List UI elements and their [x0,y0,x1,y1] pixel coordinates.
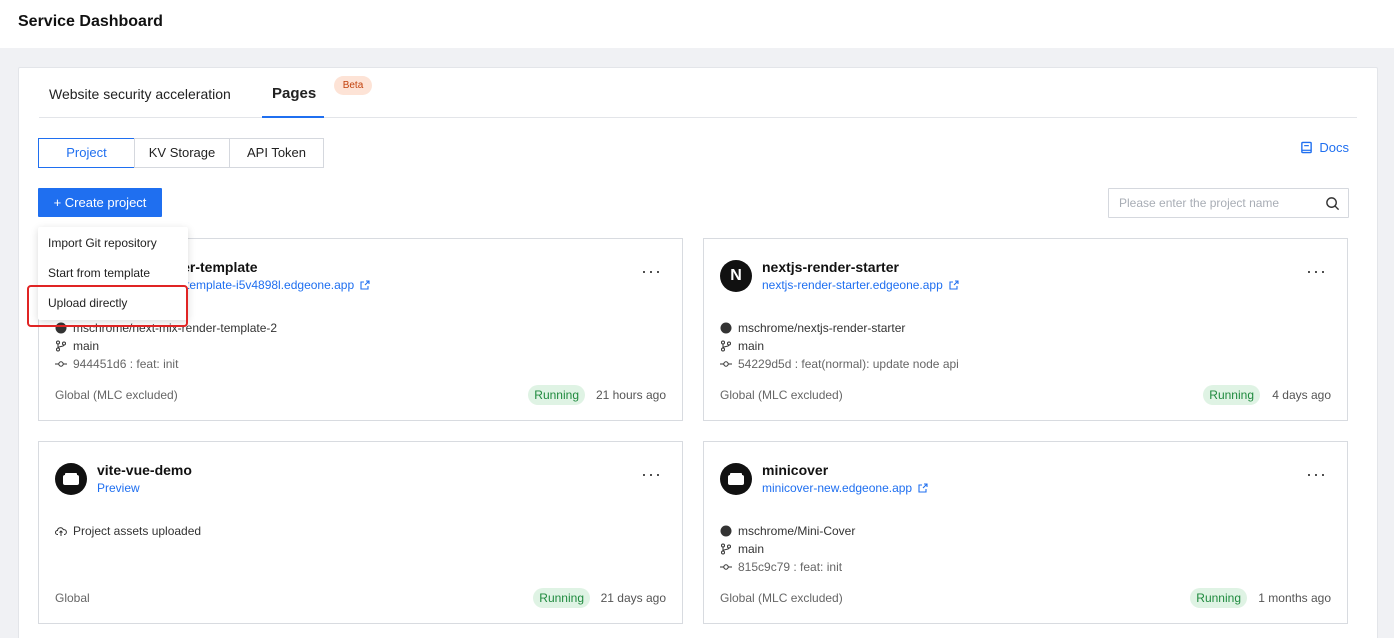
project-commit: 815c9c79 : feat: init [720,560,842,574]
project-commit: 944451d6 : feat: init [55,357,178,371]
status-badge: Running [528,385,585,405]
project-name[interactable]: minicover [762,462,828,478]
nextjs-logo-icon: N [720,260,752,292]
logo-letter: N [730,267,742,284]
search-input[interactable] [1119,194,1319,212]
subtab-project[interactable]: Project [38,138,135,168]
branch-text: main [738,339,765,353]
project-time: 21 hours ago [595,388,666,402]
tab-website-security[interactable]: Website security acceleration [49,86,231,102]
active-tab-indicator [262,116,324,118]
branch-icon [721,543,731,555]
highlight-box [27,285,188,327]
commit-icon [720,564,732,570]
folder-icon [728,473,744,485]
project-assets: Project assets uploaded [55,524,201,538]
project-time: 4 days ago [1272,388,1331,402]
top-bar: Service Dashboard [0,0,1394,48]
project-region: Global [55,591,90,605]
external-link-icon [360,280,370,290]
project-card[interactable]: minicover minicover-new.edgeone.app ··· … [703,441,1348,624]
status-badge: Running [533,588,590,608]
project-search [1108,188,1349,218]
page-title: Service Dashboard [18,13,163,30]
cloud-upload-icon [55,527,67,536]
project-link[interactable]: minicover-new.edgeone.app [762,481,928,495]
branch-text: main [738,542,765,556]
commit-text: 944451d6 : feat: init [73,357,179,371]
project-link-text: nextjs-render-starter.edgeone.app [762,278,943,292]
menu-item-import-git[interactable]: Import Git repository [48,236,157,250]
beta-badge: Beta [334,76,372,95]
preview-link[interactable]: Preview [97,481,140,495]
folder-icon [63,473,79,485]
branch-icon [56,340,66,352]
project-name[interactable]: vite-vue-demo [97,462,192,478]
project-region: Global (MLC excluded) [720,591,843,605]
subtab-kv-storage[interactable]: KV Storage [134,138,230,168]
status-badge: Running [1190,588,1247,608]
tab-bar: Website security acceleration Pages Beta [39,68,1357,118]
project-repo: mschrome/nextjs-render-starter [720,321,905,335]
project-branch: main [720,542,764,556]
commit-text: 815c9c79 : feat: init [738,560,843,574]
book-icon [1301,141,1313,154]
more-options-icon[interactable]: ··· [1306,261,1327,282]
commit-icon [55,361,67,367]
create-project-button[interactable]: + Create project [38,188,162,217]
project-commit: 54229d5d : feat(normal): update node api [720,357,959,371]
menu-item-start-template[interactable]: Start from template [48,266,150,280]
project-card[interactable]: N nextjs-render-starter nextjs-render-st… [703,238,1348,421]
branch-text: main [73,339,100,353]
project-link[interactable]: nextjs-render-starter.edgeone.app [762,278,959,292]
project-logo-icon [720,463,752,495]
project-region: Global (MLC excluded) [720,388,843,402]
more-options-icon[interactable]: ··· [641,464,662,485]
project-branch: main [55,339,99,353]
github-icon [720,322,732,334]
preview-text: Preview [97,481,140,495]
project-link-text: minicover-new.edgeone.app [762,481,913,495]
repo-text: mschrome/nextjs-render-starter [738,321,906,335]
project-branch: main [720,339,764,353]
repo-text: mschrome/Mini-Cover [738,524,856,538]
github-icon [720,525,732,537]
search-icon[interactable] [1325,196,1340,211]
commit-icon [720,361,732,367]
project-link[interactable]: template-i5v4898l.edgeone.app [186,278,370,292]
subtab-api-token[interactable]: API Token [229,138,324,168]
project-time: 21 days ago [600,591,666,605]
project-region: Global (MLC excluded) [55,388,178,402]
external-link-icon [918,483,928,493]
project-card[interactable]: vite-vue-demo Preview ··· Project assets… [38,441,683,624]
more-options-icon[interactable]: ··· [641,261,662,282]
docs-link[interactable]: Docs [1300,140,1349,155]
project-repo: mschrome/Mini-Cover [720,524,855,538]
project-link-text: template-i5v4898l.edgeone.app [186,278,355,292]
more-options-icon[interactable]: ··· [1306,464,1327,485]
branch-icon [721,340,731,352]
commit-text: 54229d5d : feat(normal): update node api [738,357,959,371]
project-name[interactable]: nextjs-render-starter [762,259,899,275]
docs-label: Docs [1319,140,1349,155]
assets-text: Project assets uploaded [73,524,202,538]
project-time: 1 months ago [1258,591,1331,605]
status-badge: Running [1203,385,1260,405]
project-logo-icon [55,463,87,495]
tab-pages[interactable]: Pages [272,85,316,102]
external-link-icon [949,280,959,290]
